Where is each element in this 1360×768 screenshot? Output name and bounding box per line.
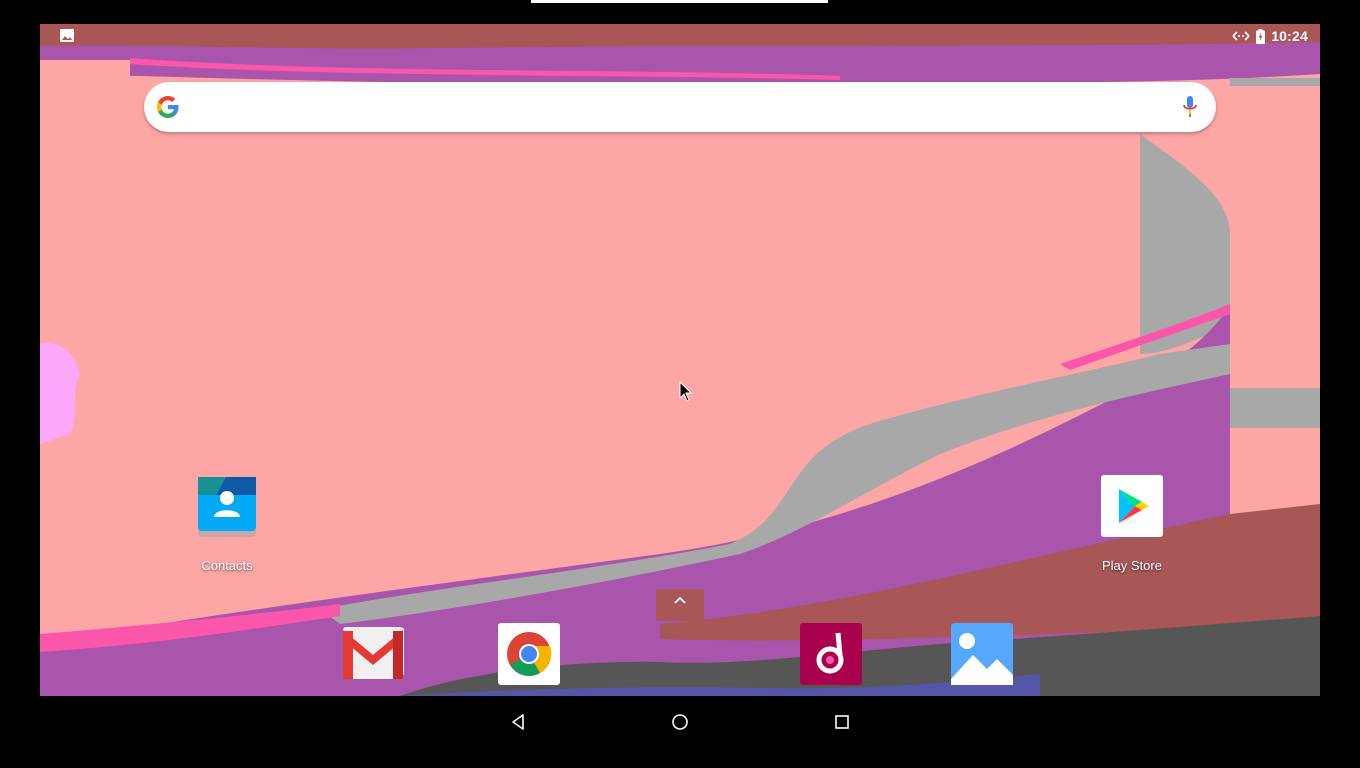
play-store-icon — [1101, 475, 1163, 537]
chrome-icon[interactable] — [498, 623, 560, 685]
mic-icon[interactable] — [1182, 95, 1198, 119]
app-drawer-button[interactable] — [656, 589, 704, 621]
app-contacts[interactable]: Contacts — [172, 475, 282, 573]
app-play-store[interactable]: Play Store — [1077, 475, 1187, 573]
app-label: Play Store — [1102, 558, 1162, 573]
google-search-bar[interactable] — [144, 82, 1216, 132]
status-bar: 10:24 — [40, 24, 1320, 48]
chevron-up-icon — [674, 596, 686, 604]
recents-icon[interactable] — [830, 710, 854, 734]
back-icon[interactable] — [506, 710, 530, 734]
status-right: 10:24 — [1232, 24, 1308, 48]
app-label: Contacts — [201, 558, 253, 573]
google-g-icon — [157, 96, 179, 118]
home-screen: 10:24 Contacts Play Store — [40, 24, 1320, 696]
mouse-cursor-icon — [679, 381, 693, 402]
gallery-icon[interactable] — [951, 623, 1013, 685]
home-icon[interactable] — [668, 710, 692, 734]
gmail-icon[interactable] — [342, 623, 404, 685]
battery-charging-icon — [1256, 28, 1266, 44]
music-icon[interactable] — [800, 623, 862, 685]
window-top-indicator — [531, 0, 828, 3]
clock: 10:24 — [1271, 28, 1308, 44]
data-transfer-icon — [1232, 31, 1250, 41]
contacts-icon — [198, 477, 256, 537]
navigation-bar — [0, 696, 1360, 768]
image-notification-icon — [60, 29, 74, 42]
